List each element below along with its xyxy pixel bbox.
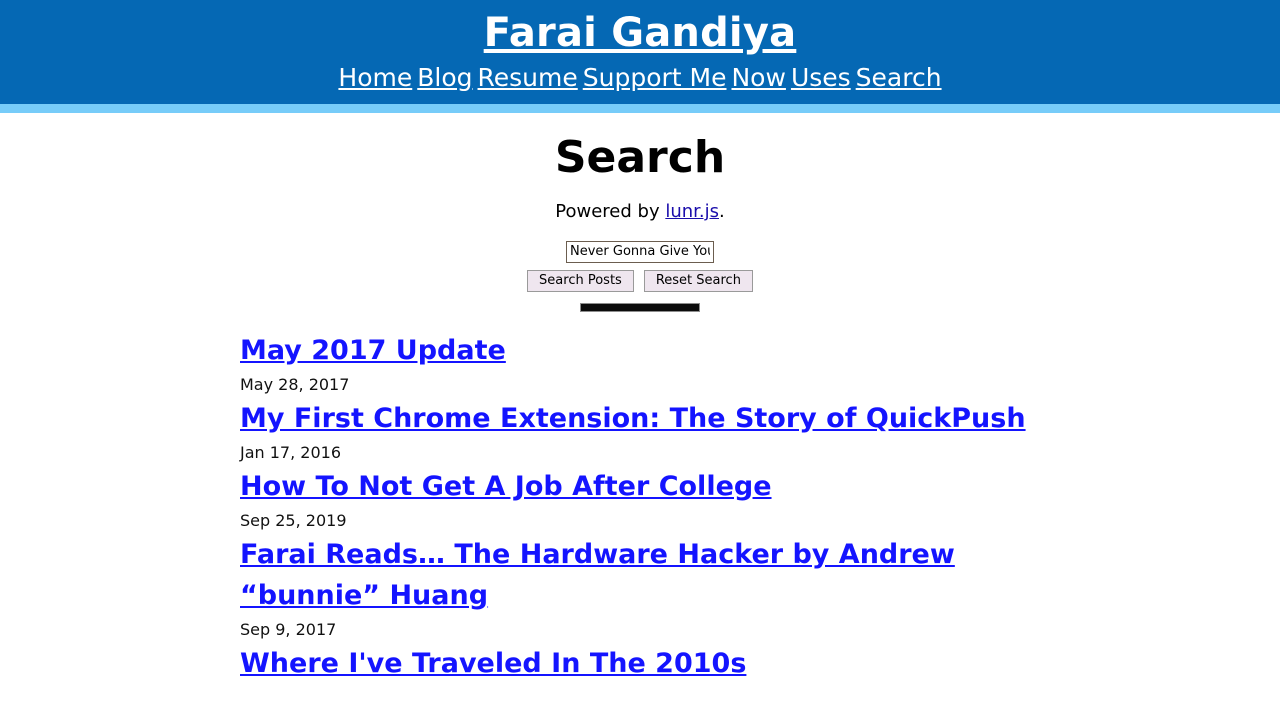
result-link[interactable]: How To Not Get A Job After College xyxy=(240,471,772,502)
page-title: Search xyxy=(554,132,726,183)
nav-item-blog[interactable]: Blog xyxy=(417,63,472,92)
search-buttons-row: Search Posts Reset Search xyxy=(240,270,1040,292)
result-title: Where I've Traveled In The 2010s xyxy=(240,643,1040,684)
result-link[interactable]: My First Chrome Extension: The Story of … xyxy=(240,403,1026,434)
nav-item-home[interactable]: Home xyxy=(338,63,412,92)
result-date: Sep 25, 2019 xyxy=(240,511,347,530)
site-title-link[interactable]: Farai Gandiya xyxy=(484,10,797,56)
result-date: Sep 9, 2017 xyxy=(240,620,337,639)
nav-item-uses[interactable]: Uses xyxy=(791,63,851,92)
site-header: Farai Gandiya Home Blog Resume Support Me No… xyxy=(0,0,1280,113)
main-content: Search Powered by lunr.js. Search Posts R… xyxy=(240,113,1040,684)
reset-search-button[interactable]: Reset Search xyxy=(643,270,753,292)
powered-by-prefix: Powered by xyxy=(555,201,666,222)
list-item: Farai Reads… The Hardware Hacker by Andr… xyxy=(240,534,1040,643)
result-link[interactable]: Where I've Traveled In The 2010s xyxy=(240,648,746,679)
nav-item-resume[interactable]: Resume xyxy=(478,63,578,92)
search-input[interactable] xyxy=(566,241,714,263)
site-navigation: Home Blog Resume Support Me Now Uses Search xyxy=(0,62,1280,94)
list-item: May 2017 Update May 28, 2017 xyxy=(240,330,1040,398)
list-item: Where I've Traveled In The 2010s xyxy=(240,643,1040,684)
result-date: Jan 17, 2016 xyxy=(240,443,341,462)
result-link[interactable]: May 2017 Update xyxy=(240,335,506,366)
result-title: My First Chrome Extension: The Story of … xyxy=(240,398,1040,439)
list-item: My First Chrome Extension: The Story of … xyxy=(240,398,1040,466)
result-link[interactable]: Farai Reads… The Hardware Hacker by Andr… xyxy=(240,539,955,611)
nav-item-support-me[interactable]: Support Me xyxy=(583,63,727,92)
nav-item-search[interactable]: Search xyxy=(856,63,942,92)
search-results-list: May 2017 Update May 28, 2017 My First Ch… xyxy=(240,330,1040,684)
horizontal-rule xyxy=(580,303,700,312)
result-date: May 28, 2017 xyxy=(240,375,350,394)
site-title: Farai Gandiya xyxy=(0,8,1280,58)
search-posts-button[interactable]: Search Posts xyxy=(527,270,634,292)
list-item: How To Not Get A Job After College Sep 2… xyxy=(240,466,1040,534)
search-form: Search Posts Reset Search xyxy=(240,240,1040,312)
powered-by-suffix: . xyxy=(719,201,725,222)
result-title: Farai Reads… The Hardware Hacker by Andr… xyxy=(240,534,1040,616)
powered-by-text: Powered by lunr.js. xyxy=(240,201,1040,223)
result-title: May 2017 Update xyxy=(240,330,1040,371)
lunrjs-link[interactable]: lunr.js xyxy=(665,201,719,222)
nav-item-now[interactable]: Now xyxy=(731,63,785,92)
result-title: How To Not Get A Job After College xyxy=(240,466,1040,507)
